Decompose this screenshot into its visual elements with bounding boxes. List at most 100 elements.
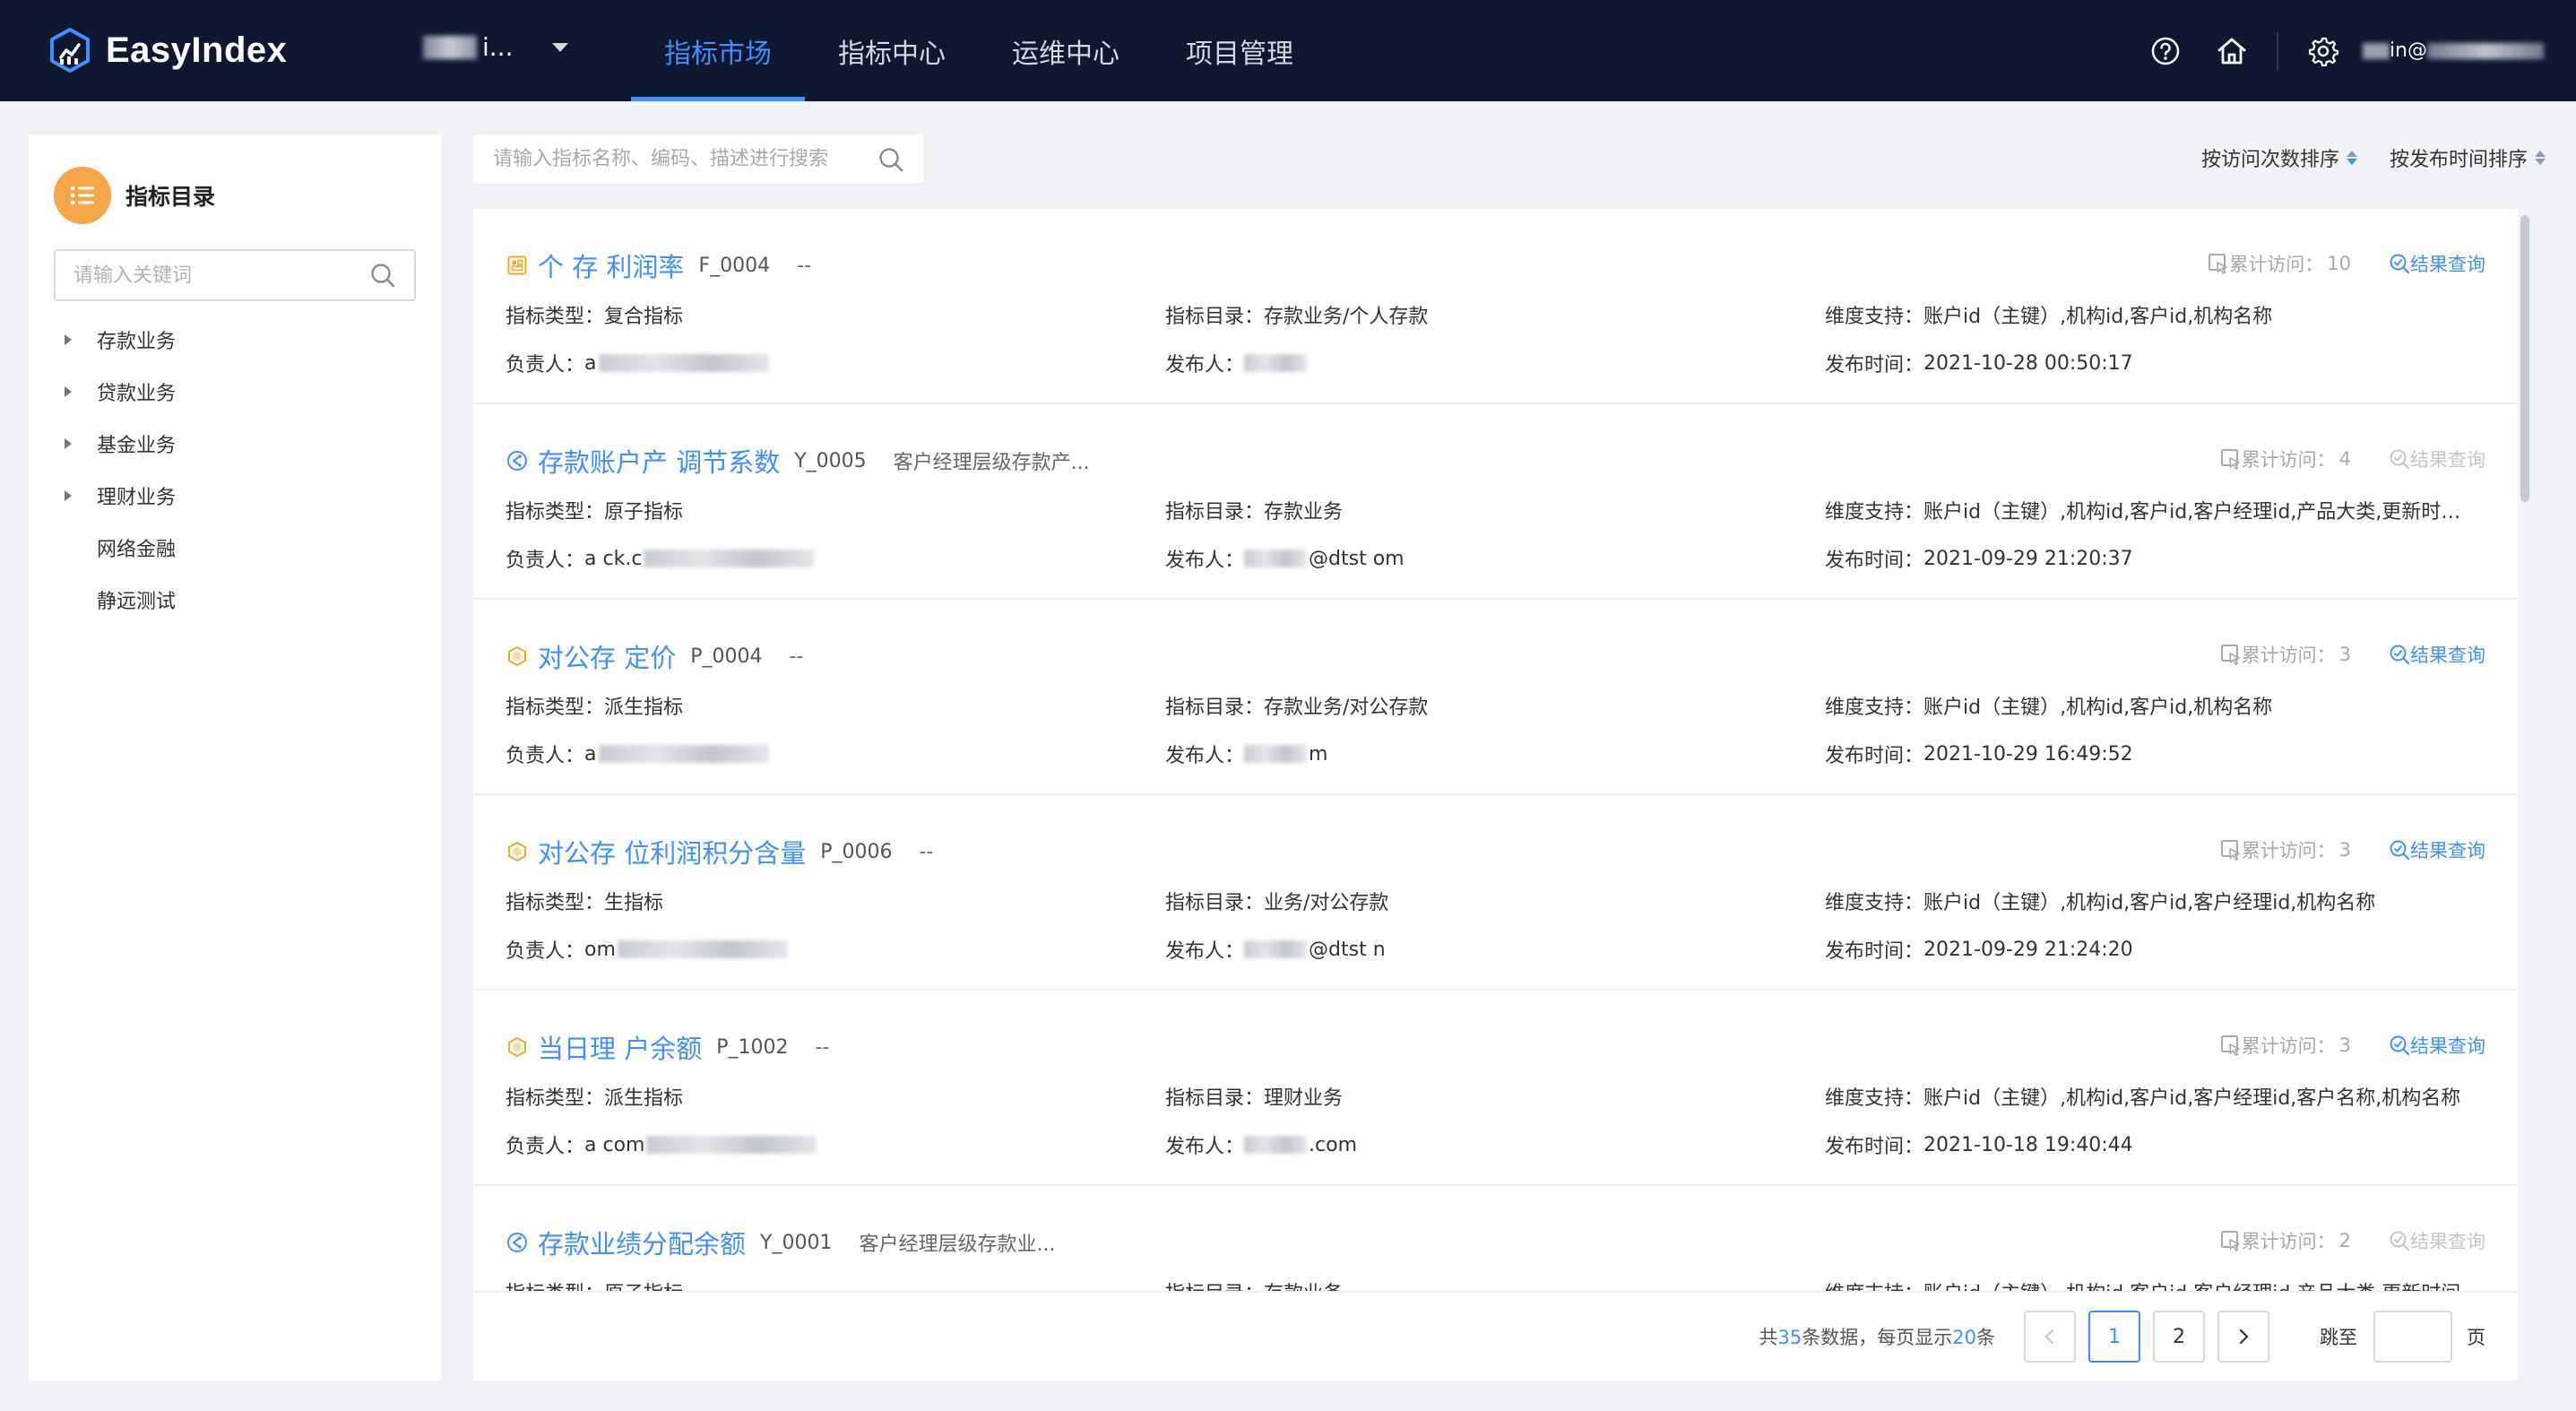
tree-item-wealth[interactable]: 理财业务 [61, 470, 176, 522]
result-query-button[interactable]: 结果查询 [2389, 250, 2485, 277]
indicator-name-link[interactable]: 对公存 位利润积分含量 [538, 833, 806, 870]
sort-by-visits-button[interactable]: 按访问次数排序 [2201, 143, 2357, 172]
tree-item-fund[interactable]: 基金业务 [61, 418, 176, 470]
publish-time-field: 发布时间： 2021-09-29 21:20:37 [1825, 544, 2470, 573]
caret-right-icon[interactable] [65, 386, 72, 397]
field-label: 指标类型： [506, 501, 605, 524]
owner-value: a com [584, 1133, 645, 1156]
jump-label: 跳至 [2320, 1327, 2357, 1348]
page-button-1[interactable]: 1 [2088, 1311, 2140, 1363]
indicator-type-value: 生指标 [604, 892, 664, 914]
indicator-name-link[interactable]: 当日理 户余额 [538, 1028, 702, 1066]
field-label: 负责人： [506, 745, 585, 767]
masked-text [644, 550, 815, 567]
project-selector[interactable]: i... [423, 32, 569, 62]
tree-item-loan[interactable]: 贷款业务 [61, 366, 176, 418]
composite-indicator-icon [506, 254, 529, 277]
visit-icon [2220, 840, 2240, 861]
nav-tab-indicator-market[interactable]: 指标市场 [631, 0, 805, 101]
caret-right-icon[interactable] [65, 490, 72, 501]
tree-item-label: 理财业务 [97, 487, 177, 509]
field-label: 指标目录： [1165, 1277, 1264, 1291]
indicator-catalog-value: 存款业务/个人存款 [1264, 306, 1429, 328]
catalog-search-input[interactable] [73, 264, 369, 287]
indicator-search-input[interactable] [493, 148, 877, 170]
publisher-field: 发布人： m [1165, 740, 1793, 768]
field-label: 发布人： [1165, 1136, 1245, 1158]
sort-label: 按发布时间排序 [2389, 149, 2528, 171]
home-icon[interactable] [2214, 33, 2250, 69]
indicator-name-link[interactable]: 存款账户产 调节系数 [538, 442, 780, 480]
tree-item-deposit[interactable]: 存款业务 [61, 314, 176, 366]
result-query-button[interactable]: 结果查询 [2389, 1032, 2485, 1059]
nav-divider [2276, 31, 2278, 70]
tree-item-label: 静远测试 [97, 591, 177, 613]
field-label: 发布人： [1165, 745, 1245, 767]
catalog-search-box [54, 249, 416, 301]
indicator-name-link[interactable]: 对公存 定价 [538, 637, 676, 675]
field-label: 发布人： [1165, 354, 1245, 377]
caret-right-icon[interactable] [65, 334, 72, 345]
publisher-field: 发布人： .com [1165, 1130, 1793, 1159]
visit-count: 累计访问： 3 [2220, 1032, 2351, 1059]
indicator-code: P_0006 [820, 840, 893, 863]
result-query-button[interactable]: 结果查询 [2389, 446, 2485, 472]
dimension-support-field: 维度支持：账户id（主键）,机构id,客户id,客户经理id,产品大类,更新时间 [1825, 1277, 2470, 1291]
visit-count: 累计访问： 4 [2220, 446, 2351, 472]
indicator-name-link[interactable]: 存款业绩分配余额 [538, 1224, 746, 1261]
dimension-support-field: 维度支持： 账户id（主键）,机构id,客户id,机构名称 [1825, 300, 2470, 329]
visit-label: 累计访问： [2241, 449, 2336, 471]
result-query-button[interactable]: 结果查询 [2389, 836, 2485, 863]
total-suffix: 条 [1976, 1327, 1995, 1348]
list-scrollbar[interactable] [2520, 215, 2529, 502]
tree-item-test[interactable]: 静远测试 [61, 574, 176, 626]
indicator-catalog-value: 理财业务 [1264, 1087, 1344, 1110]
masked-text [1244, 550, 1308, 567]
page-size: 20 [1952, 1327, 1976, 1348]
publisher-field: 发布人： @dtst n [1165, 935, 1793, 964]
nav-tab-ops-center[interactable]: 运维中心 [979, 0, 1153, 101]
visit-value: 3 [2338, 1034, 2351, 1056]
nav-tab-indicator-center[interactable]: 指标中心 [805, 0, 979, 101]
field-label: 维度支持： [1825, 501, 1924, 524]
nav-tab-project-management[interactable]: 项目管理 [1153, 0, 1327, 101]
owner-field: 负责人： a [506, 740, 1133, 768]
help-icon[interactable] [2148, 33, 2183, 69]
indicator-description: 客户经理层级存款产... [893, 452, 1090, 474]
result-query-button[interactable]: 结果查询 [2389, 641, 2485, 668]
publisher-value: m [1309, 742, 1328, 766]
indicator-description: -- [815, 1035, 830, 1059]
result-query-button[interactable]: 结果查询 [2389, 1227, 2485, 1254]
search-icon[interactable] [877, 146, 904, 173]
caret-right-icon[interactable] [65, 438, 72, 449]
next-page-button[interactable] [2217, 1311, 2269, 1363]
derived-indicator-icon [506, 1035, 529, 1059]
gear-icon[interactable] [2305, 33, 2341, 69]
visit-label: 累计访问： [2241, 1035, 2336, 1057]
indicator-type-value: 复合指标 [604, 306, 684, 328]
owner-value: a [584, 742, 597, 766]
user-menu[interactable]: in@ [2362, 39, 2544, 62]
masked-text [1244, 1136, 1308, 1154]
sort-by-publish-time-button[interactable]: 按发布时间排序 [2390, 143, 2546, 172]
easyindex-logo-icon [50, 28, 90, 73]
indicator-search-box [473, 134, 924, 184]
visit-count: 累计访问： 3 [2220, 836, 2351, 863]
logo[interactable]: EasyIndex [47, 27, 287, 74]
indicator-title-row: 对公存 位利润积分含量 P_0006 -- [506, 833, 933, 870]
tree-item-label: 网络金融 [97, 539, 177, 561]
tree-item-online-finance[interactable]: 网络金融 [61, 522, 176, 574]
page-button-2[interactable]: 2 [2153, 1311, 2205, 1363]
visit-value: 10 [2327, 253, 2351, 274]
tree-item-label: 存款业务 [97, 331, 177, 353]
prev-page-button[interactable] [2024, 1311, 2076, 1363]
field-label: 维度支持： [1825, 1277, 1923, 1291]
jump-page-input[interactable] [2373, 1311, 2452, 1363]
page-suffix: 页 [2467, 1327, 2485, 1348]
search-icon[interactable] [369, 262, 396, 289]
masked-text [2427, 42, 2544, 59]
indicator-name-link[interactable]: 个 存 利润率 [538, 247, 684, 284]
owner-value: om [584, 938, 616, 961]
publish-time-value: 2021-10-18 19:40:44 [1923, 1133, 2133, 1156]
indicator-description: -- [797, 254, 811, 277]
